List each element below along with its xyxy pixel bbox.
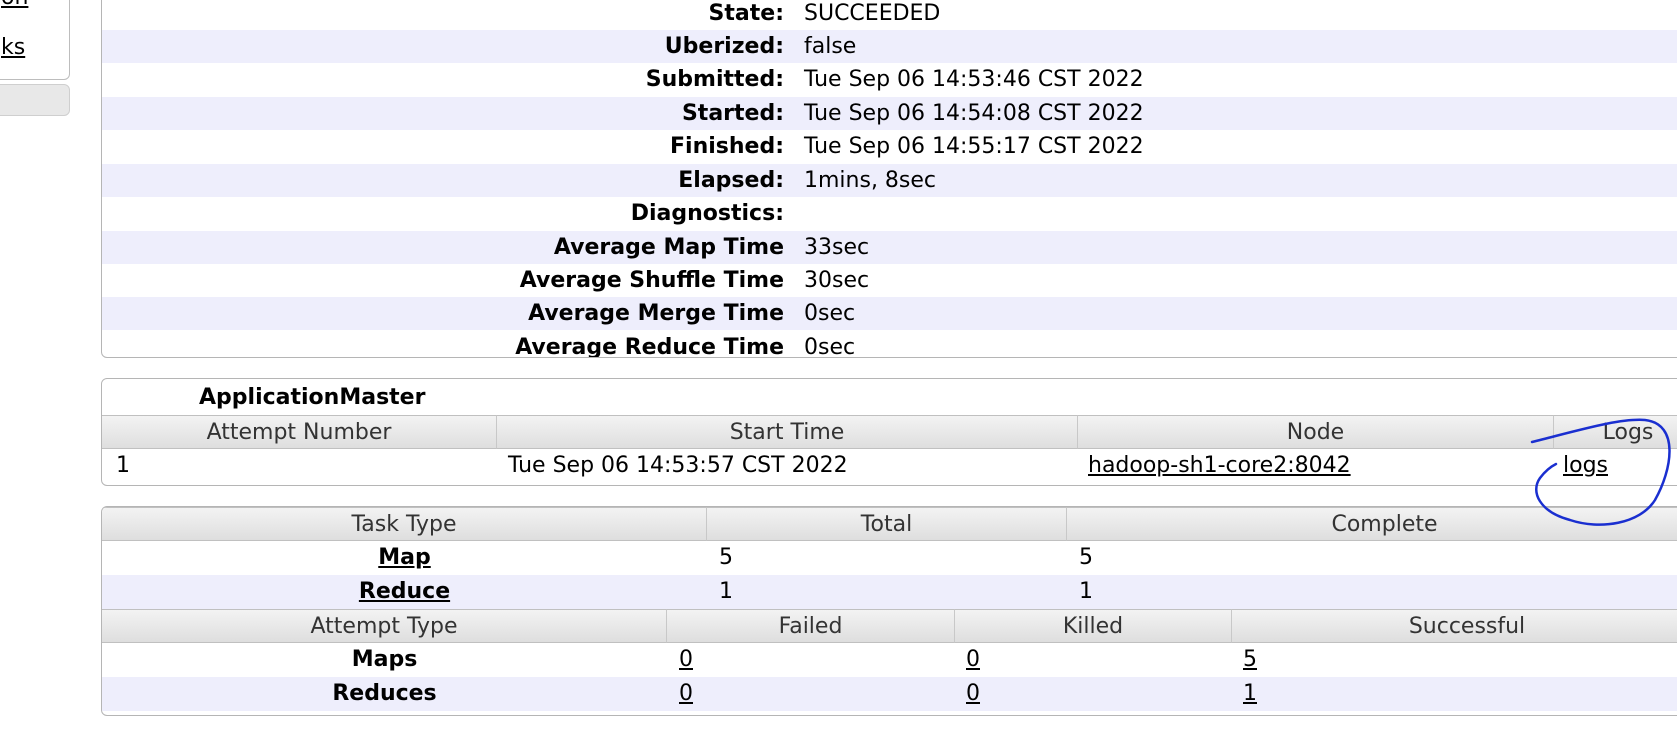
column-header-failed[interactable]: Failed [667,609,955,643]
info-row-submitted: Submitted: Tue Sep 06 14:53:46 CST 2022 [102,63,1677,96]
info-value: Tue Sep 06 14:54:08 CST 2022 [804,101,1144,126]
info-value: Tue Sep 06 14:55:17 CST 2022 [804,134,1144,159]
task-type-map-link[interactable]: Map [102,541,707,575]
table-row: Reduces 0 0 1 [102,677,1677,711]
info-value: 33sec [804,235,870,260]
job-overview-table: State: SUCCEEDED Uberized: false Submitt… [101,0,1677,358]
nav-link[interactable]: on [1,0,28,10]
info-row-diagnostics: Diagnostics: [102,197,1677,230]
nav-section-header[interactable] [0,84,70,116]
successful-reduces-link[interactable]: 1 [1243,677,1257,711]
failed-reduces-link[interactable]: 0 [679,677,693,711]
info-row-elapsed: Elapsed: 1mins, 8sec [102,164,1677,197]
column-header-successful[interactable]: Successful [1232,609,1677,643]
attempt-type-cell: Maps [351,647,418,672]
table-row: Reduce 1 1 [102,575,1677,609]
table-row: Map 5 5 [102,541,1677,575]
info-label: Average Map Time [553,235,784,260]
table-row: Maps 0 0 5 [102,643,1677,677]
info-label: State: [708,1,784,26]
attempt-number-cell: 1 [116,453,130,478]
info-value: 30sec [804,268,870,293]
attempt-type-cell: Reduces [332,681,437,706]
info-value: SUCCEEDED [804,1,941,26]
info-row-started: Started: Tue Sep 06 14:54:08 CST 2022 [102,97,1677,130]
killed-reduces-link[interactable]: 0 [966,677,980,711]
node-link[interactable]: hadoop-sh1-core2:8042 [1088,449,1351,483]
table-caption: ApplicationMaster [199,385,426,410]
info-row-uberized: Uberized: false [102,30,1677,63]
column-header-attempt-type[interactable]: Attempt Type [102,609,667,643]
left-nav-panel: on ks [0,0,70,80]
logs-link[interactable]: logs [1563,449,1608,483]
complete-cell: 1 [1079,579,1093,604]
info-row-finished: Finished: Tue Sep 06 14:55:17 CST 2022 [102,130,1677,163]
column-header-task-type[interactable]: Task Type [102,507,707,541]
successful-maps-link[interactable]: 5 [1243,643,1257,677]
info-row-avg-merge-time: Average Merge Time 0sec [102,297,1677,330]
start-time-cell: Tue Sep 06 14:53:57 CST 2022 [508,453,848,478]
info-label: Diagnostics: [630,201,784,226]
killed-maps-link[interactable]: 0 [966,643,980,677]
total-cell: 5 [719,545,733,570]
info-label: Started: [681,101,784,126]
info-row-avg-map-time: Average Map Time 33sec [102,231,1677,264]
info-value: 1mins, 8sec [804,168,937,193]
total-cell: 1 [719,579,733,604]
info-row-avg-reduce-time: Average Reduce Time 0sec [102,331,1677,358]
failed-maps-link[interactable]: 0 [679,643,693,677]
column-header-start-time[interactable]: Start Time [497,415,1078,449]
info-label: Elapsed: [678,168,784,193]
info-label: Submitted: [645,67,784,92]
task-summary-table: Task Type Total Complete Map 5 5 Reduce … [101,506,1677,716]
info-label: Finished: [670,134,784,159]
info-value: 0sec [804,335,856,358]
info-label: Average Merge Time [528,301,784,326]
column-header-node[interactable]: Node [1078,415,1554,449]
task-type-reduce-link[interactable]: Reduce [102,575,707,609]
complete-cell: 5 [1079,545,1093,570]
info-row-state: State: SUCCEEDED [102,0,1677,30]
info-value: false [804,34,857,59]
column-header-attempt-number[interactable]: Attempt Number [102,415,497,449]
column-header-total[interactable]: Total [707,507,1067,541]
application-master-table: ApplicationMaster Attempt Number Start T… [101,378,1677,486]
info-label: Average Shuffle Time [519,268,784,293]
info-label: Uberized: [664,34,784,59]
info-value: 0sec [804,301,856,326]
column-header-logs[interactable]: Logs [1554,415,1677,449]
column-header-killed[interactable]: Killed [955,609,1232,643]
info-value: Tue Sep 06 14:53:46 CST 2022 [804,67,1144,92]
info-row-avg-shuffle-time: Average Shuffle Time 30sec [102,264,1677,297]
column-header-complete[interactable]: Complete [1067,507,1677,541]
nav-link-tasks[interactable]: ks [1,35,25,60]
info-label: Average Reduce Time [515,335,784,358]
